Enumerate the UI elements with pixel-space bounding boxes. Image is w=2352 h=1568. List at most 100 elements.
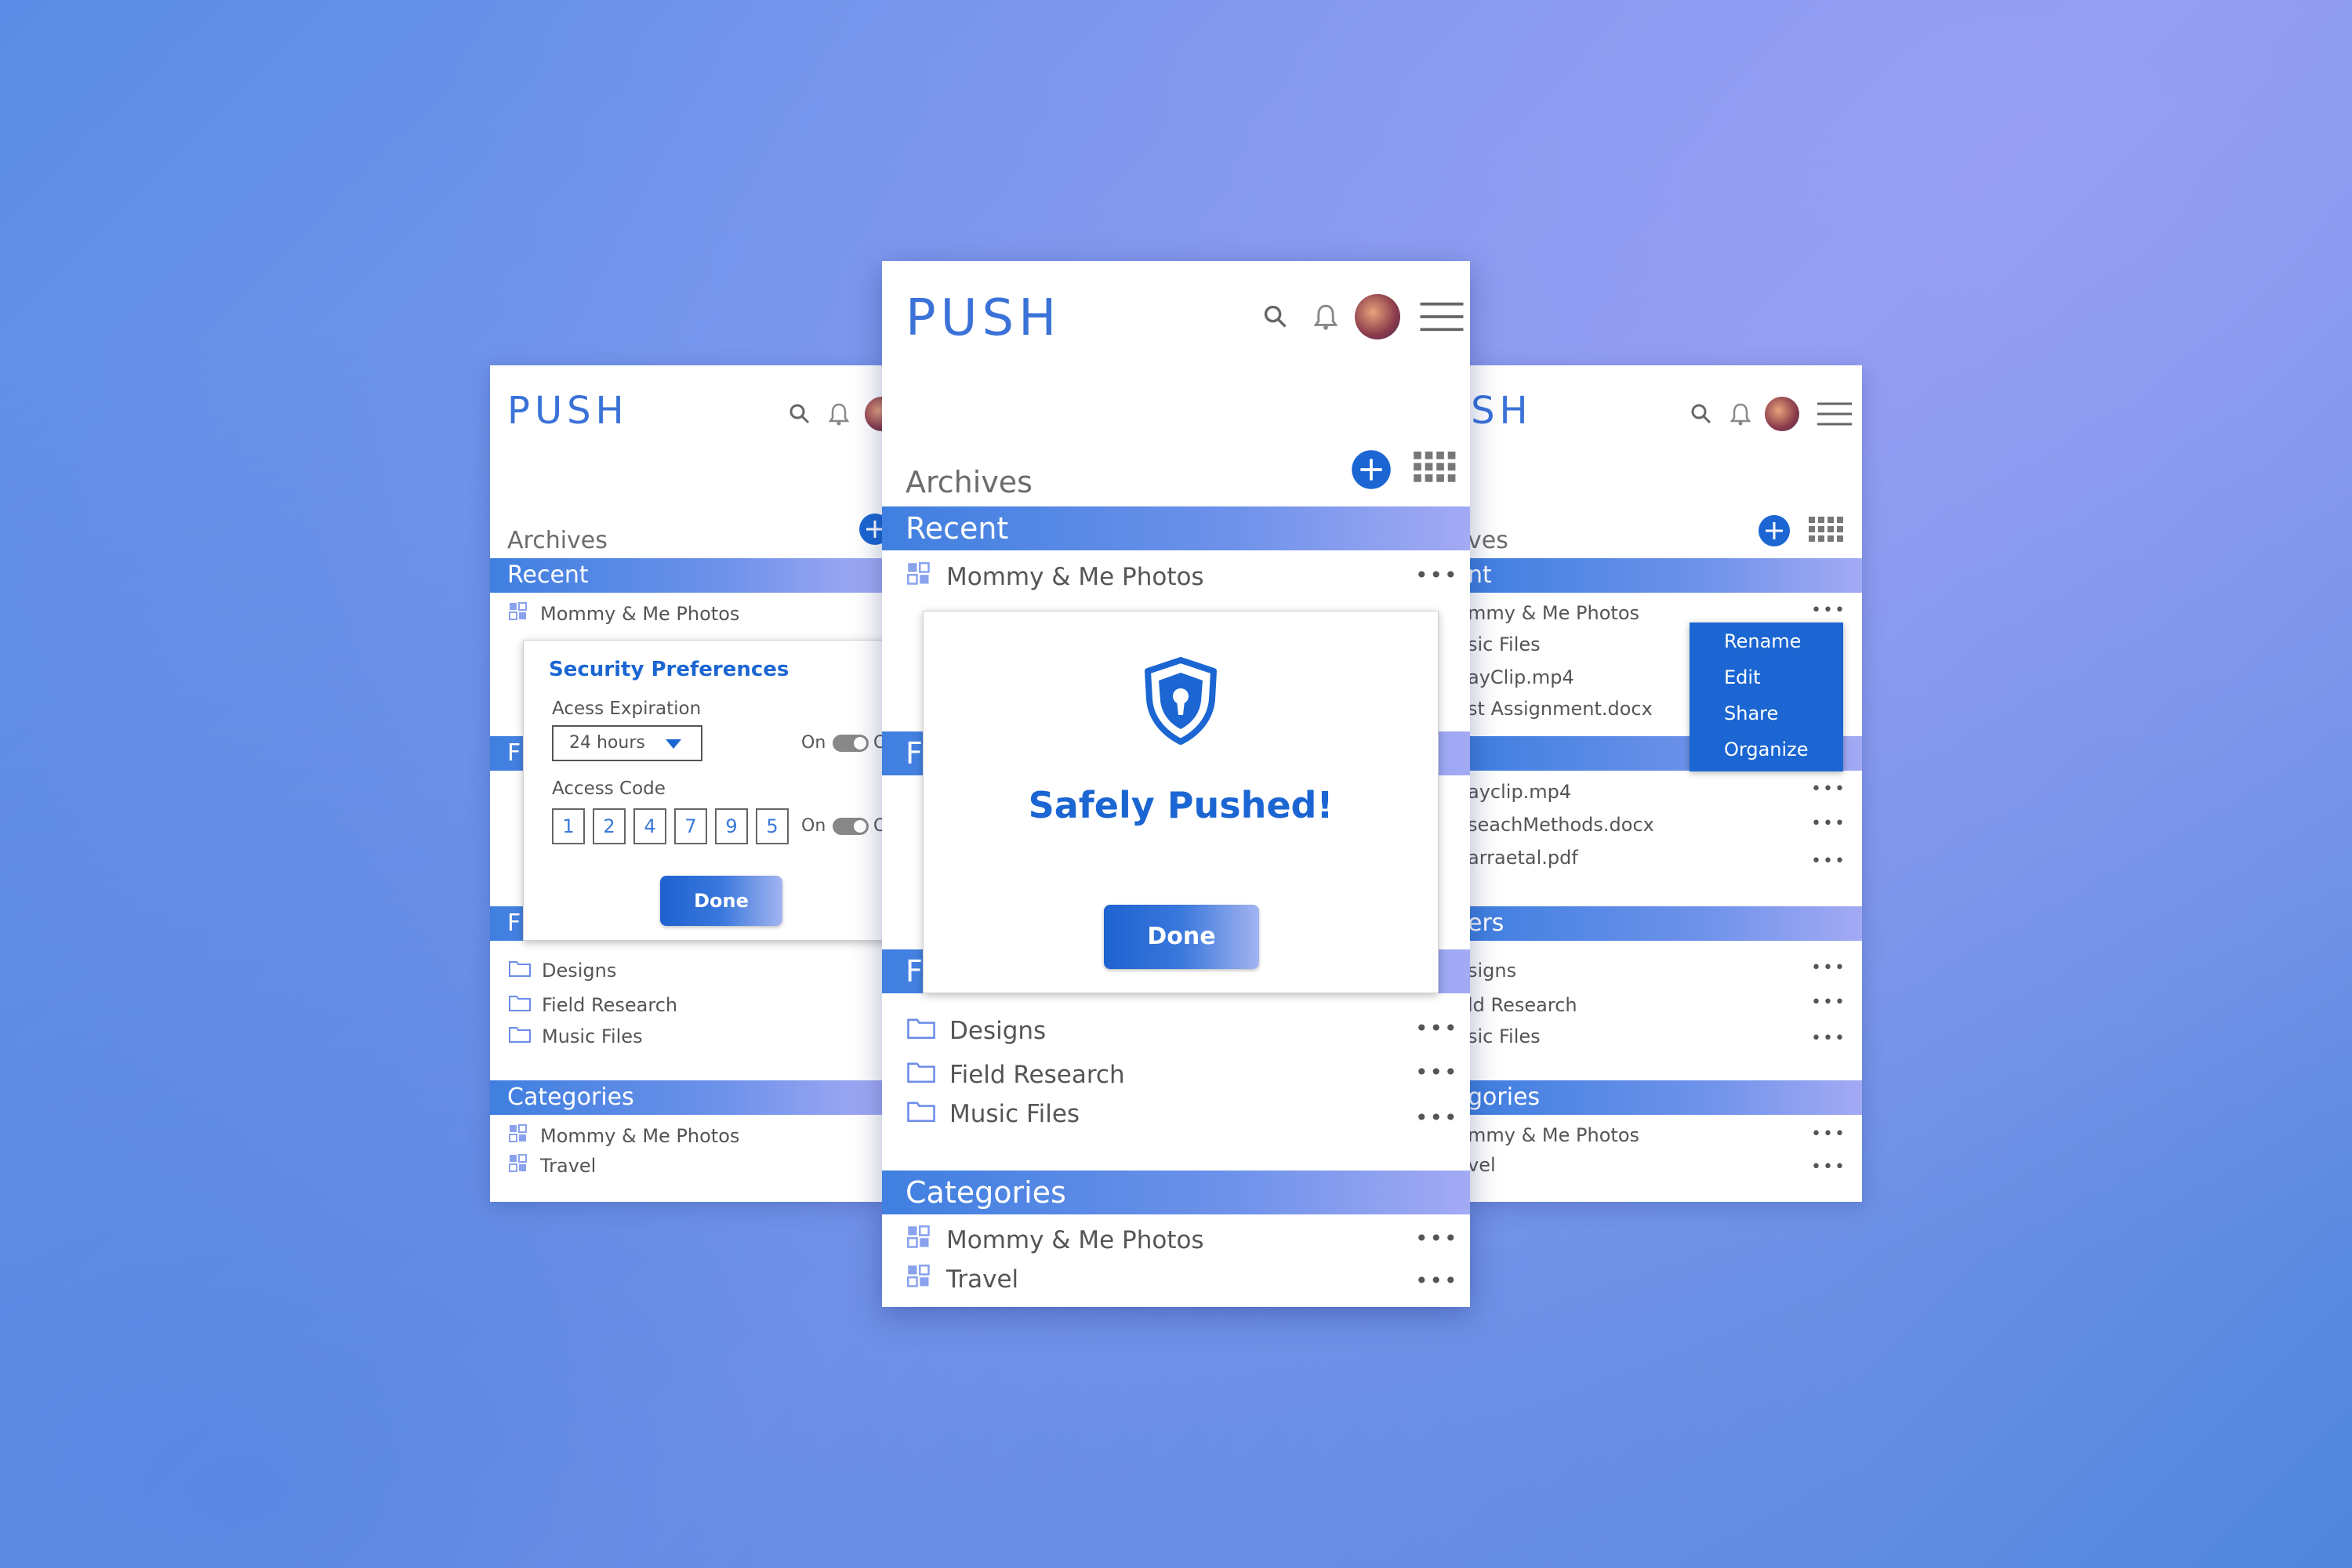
plus-circle-icon[interactable] <box>1758 514 1791 547</box>
search-icon[interactable] <box>1690 402 1713 426</box>
folder-row[interactable]: Field Research <box>509 994 677 1016</box>
security-preferences-dialog: Security Preferences Acess Expiration 24… <box>523 640 882 941</box>
folder-label: Designs <box>949 1017 1047 1045</box>
access-code-toggle-label: On <box>801 816 826 836</box>
more-options-icon[interactable]: ••• <box>1811 601 1846 620</box>
avatar[interactable] <box>1355 294 1400 339</box>
grid-view-icon[interactable] <box>1414 452 1457 488</box>
files-label: F <box>507 739 521 767</box>
header-icons <box>1262 294 1465 339</box>
expiration-toggle[interactable] <box>833 735 869 752</box>
folder-label: Field Research <box>542 994 678 1016</box>
list-item[interactable]: sic Files <box>1468 633 1541 655</box>
avatar[interactable] <box>865 397 882 431</box>
search-icon[interactable] <box>788 402 811 426</box>
list-item[interactable]: Mommy & Me Photos <box>509 602 739 626</box>
plus-circle-icon[interactable] <box>858 513 882 546</box>
list-item[interactable]: ayClip.mp4 <box>1468 666 1574 688</box>
access-code-toggle[interactable] <box>833 818 869 835</box>
search-icon[interactable] <box>1262 303 1289 330</box>
success-dialog: Safely Pushed! Done <box>923 611 1439 993</box>
more-options-icon[interactable]: ••• <box>1811 851 1846 871</box>
done-button[interactable]: Done <box>1104 905 1259 969</box>
code-digit-6[interactable]: 5 <box>756 808 789 844</box>
expiration-label: Acess Expiration <box>552 699 702 719</box>
expiration-select[interactable]: 24 hours <box>552 725 702 761</box>
category-row[interactable]: Travel <box>907 1265 1018 1294</box>
folder-icon <box>509 960 531 982</box>
file-row[interactable]: arraetal.pdf <box>1468 847 1578 869</box>
context-menu-edit[interactable]: Edit <box>1724 666 1760 688</box>
more-options-icon[interactable]: ••• <box>1415 1059 1459 1085</box>
avatar[interactable] <box>1765 397 1799 431</box>
hamburger-menu-icon[interactable] <box>1817 401 1853 426</box>
category-row[interactable]: Mommy & Me Photos <box>509 1124 739 1148</box>
more-options-icon[interactable]: ••• <box>1811 958 1846 978</box>
folder-icon <box>907 1017 935 1045</box>
category-tiles-icon <box>907 562 931 592</box>
expiration-toggle-label: On <box>801 733 826 753</box>
context-menu-organize[interactable]: Organize <box>1724 739 1809 760</box>
code-digit-1[interactable]: 1 <box>552 808 585 844</box>
more-options-icon[interactable]: ••• <box>1811 779 1846 799</box>
grid-view-icon[interactable] <box>1809 517 1845 546</box>
code-digit-3[interactable]: 4 <box>633 808 666 844</box>
more-options-icon[interactable]: ••• <box>1415 1268 1459 1294</box>
folder-icon <box>509 994 531 1016</box>
file-row[interactable]: seachMethods.docx <box>1468 814 1654 836</box>
category-row[interactable]: mmy & Me Photos <box>1468 1124 1639 1146</box>
more-options-icon[interactable]: ••• <box>1415 1225 1459 1251</box>
folder-row[interactable]: Music Files <box>509 1025 643 1047</box>
folder-row[interactable]: ld Research <box>1468 994 1577 1016</box>
folder-row[interactable]: signs <box>1468 960 1516 982</box>
header-icons <box>788 397 882 431</box>
code-digit-4[interactable]: 7 <box>674 808 707 844</box>
more-options-icon[interactable]: ••• <box>1415 562 1459 588</box>
recent-label: Recent <box>906 511 1009 546</box>
context-menu-share[interactable]: Share <box>1724 702 1778 724</box>
folder-row[interactable]: Field Research <box>907 1061 1125 1089</box>
file-row[interactable]: ayclip.mp4 <box>1468 781 1571 803</box>
category-tiles-icon <box>509 1154 528 1178</box>
category-row[interactable]: Mommy & Me Photos <box>907 1225 1204 1255</box>
plus-circle-icon[interactable] <box>1351 449 1392 490</box>
more-options-icon[interactable]: ••• <box>1811 993 1846 1012</box>
folder-row[interactable]: sic Files <box>1468 1025 1541 1047</box>
more-options-icon[interactable]: ••• <box>1415 1015 1459 1041</box>
bell-icon[interactable] <box>1730 402 1751 426</box>
context-menu-rename[interactable]: Rename <box>1724 630 1801 652</box>
folder-row[interactable]: Music Files <box>907 1100 1080 1128</box>
folder-label: Field Research <box>949 1061 1125 1089</box>
code-digit-5[interactable]: 9 <box>715 808 748 844</box>
dialog-title: Security Preferences <box>549 658 789 681</box>
list-item[interactable]: mmy & Me Photos <box>1468 602 1639 624</box>
list-item-label: st Assignment.docx <box>1468 698 1653 720</box>
context-menu: Rename Edit Share Organize <box>1690 622 1843 771</box>
bell-icon[interactable] <box>829 402 849 426</box>
category-label: Travel <box>540 1155 597 1177</box>
app-logo[interactable]: PUSH <box>507 389 629 433</box>
more-options-icon[interactable]: ••• <box>1811 1029 1846 1048</box>
list-item[interactable]: st Assignment.docx <box>1468 698 1653 720</box>
done-button[interactable]: Done <box>660 876 782 926</box>
app-logo[interactable]: PUSH <box>906 289 1061 347</box>
bell-icon[interactable] <box>1314 303 1338 331</box>
code-digit-2[interactable]: 2 <box>593 808 626 844</box>
more-options-icon[interactable]: ••• <box>1415 1105 1459 1131</box>
file-label: arraetal.pdf <box>1468 847 1578 869</box>
folder-row[interactable]: Designs <box>907 1017 1046 1045</box>
hamburger-menu-icon[interactable] <box>1419 301 1465 332</box>
more-options-icon[interactable]: ••• <box>1811 814 1846 833</box>
folders-label: F <box>507 909 521 937</box>
more-options-icon[interactable]: ••• <box>1811 1157 1846 1177</box>
recent-label-partial: nt <box>1468 561 1492 589</box>
category-row[interactable]: Travel <box>509 1154 596 1178</box>
success-message: Safely Pushed! <box>1028 784 1334 826</box>
category-row[interactable]: vel <box>1468 1154 1496 1176</box>
shield-lock-icon <box>1142 657 1220 748</box>
list-item[interactable]: Mommy & Me Photos <box>907 562 1204 592</box>
folder-row[interactable]: Designs <box>509 960 616 982</box>
category-tiles-icon <box>907 1265 931 1294</box>
category-label: Travel <box>946 1265 1019 1294</box>
more-options-icon[interactable]: ••• <box>1811 1124 1846 1144</box>
